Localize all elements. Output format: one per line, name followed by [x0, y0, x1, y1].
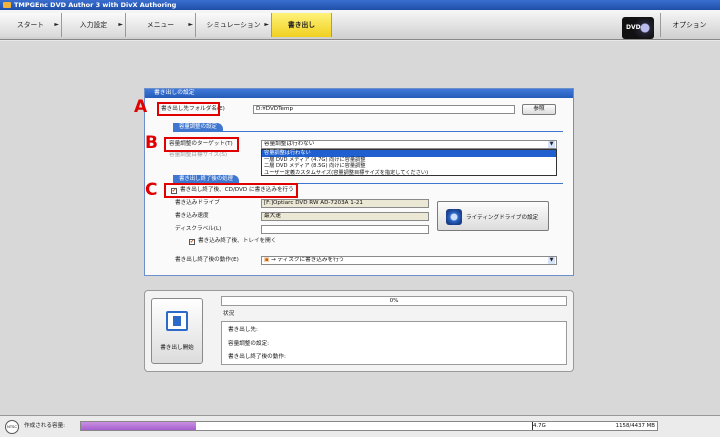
drive-field: [F:]Optiarc DVD RW AD-7203A 1-21 [261, 199, 429, 208]
ntsc-badge: NTSC [5, 420, 19, 434]
encode-panel: 書き出し開始 0% 状況 書き出し先: 容量調整の設定: 書き出し終了後の動作: [144, 290, 574, 372]
speed-field: 最大速 [261, 212, 429, 221]
options-button[interactable]: オプション [660, 13, 718, 37]
play-arrow-icon: ► [188, 21, 193, 28]
annotation-box-a [157, 102, 220, 116]
annotation-marker-a: A [134, 97, 148, 117]
capacity-label: 作成される容量: [24, 423, 66, 429]
status-box: 書き出し先: 容量調整の設定: 書き出し終了後の動作: [221, 321, 567, 365]
play-arrow-icon: ► [54, 21, 59, 28]
after-action-label: 書き出し終了後の動作(E) [175, 257, 239, 263]
capacity-section-title: 容量調整の設定 [173, 123, 223, 131]
capacity-section-divider [173, 131, 563, 132]
capacity-fill [81, 422, 197, 430]
eject-checkbox-label: 書き込み終了後、トレイを開く [198, 238, 277, 244]
step-output[interactable]: 書き出し [272, 13, 332, 37]
step-input[interactable]: 入力設定 ► [62, 13, 126, 37]
status-title: 状況 [223, 311, 235, 317]
after-write-section-title: 書き出し終了後の処理 [173, 175, 239, 183]
chevron-down-icon: ▼ [548, 141, 555, 148]
annotation-marker-b: B [145, 133, 158, 153]
disc-write-icon: ▣ [264, 257, 270, 263]
drive-settings-button[interactable]: ライティングドライブの設定 [437, 201, 549, 231]
chevron-down-icon: ▼ [548, 257, 555, 264]
speed-label: 書き込み速度 [175, 213, 209, 219]
target-option[interactable]: ユーザー定義カスタムサイズ(容量調整目標サイズを指定してください) [262, 170, 556, 177]
window-title: TMPGEnc DVD Author 3 with DivX Authoring [14, 1, 177, 9]
annotation-marker-c: C [145, 180, 158, 200]
step-simulation[interactable]: シミュレーション ► [196, 13, 272, 37]
annotation-box-c [164, 183, 298, 198]
title-bar: TMPGEnc DVD Author 3 with DivX Authoring [0, 0, 720, 10]
eject-checkbox[interactable]: ✔ [189, 239, 195, 245]
step-input-label: 入力設定 [79, 21, 108, 29]
film-export-icon [166, 311, 188, 331]
play-arrow-icon: ► [264, 21, 269, 28]
capacity-limit-label: 4.7G [533, 423, 546, 429]
step-menu[interactable]: メニュー ► [126, 13, 196, 37]
disc-label-input[interactable] [261, 225, 429, 234]
target-select[interactable]: 容量調整は行わない ▼ [261, 140, 557, 149]
after-action-select[interactable]: ▣ → ディスクに書き込みを行う ▼ [261, 256, 557, 265]
app-icon [3, 2, 11, 8]
status-line: 書き出し終了後の動作: [228, 354, 286, 360]
step-start[interactable]: スタート ► [0, 13, 62, 37]
start-output-button[interactable]: 書き出し開始 [151, 298, 203, 364]
start-output-label: 書き出し開始 [160, 345, 194, 351]
status-line: 容量調整の設定: [228, 341, 270, 347]
panel-title: 書き出しの設定 [145, 89, 573, 98]
step-output-label: 書き出し [287, 21, 316, 29]
target-dropdown-list: 容量調整は行わない 一層 DVD メディア (4.7G) 向けに容量調整 二層 … [261, 149, 557, 176]
drive-label: 書き込みドライブ [175, 200, 220, 206]
status-bar: NTSC 作成される容量: 4.7G 1158/4437 MB [0, 415, 720, 437]
annotation-box-b [164, 137, 239, 152]
after-action-value: → ディスクに書き込みを行う [271, 257, 345, 263]
step-menu-label: メニュー [146, 21, 175, 29]
dvd-logo: DVD [622, 17, 654, 39]
capacity-readout: 1158/4437 MB [615, 423, 655, 429]
disc-drive-icon [446, 209, 462, 225]
play-arrow-icon: ► [118, 21, 123, 28]
output-folder-input[interactable]: D:¥DVDTemp [253, 105, 515, 114]
capacity-meter: 4.7G 1158/4437 MB [80, 421, 658, 431]
target-size-label: 容量調整目標サイズ(S) [169, 152, 228, 158]
disc-label-label: ディスクラベル(L) [175, 226, 222, 232]
browse-button[interactable]: 参照 [522, 104, 556, 115]
drive-settings-label: ライティングドライブの設定 [466, 215, 539, 221]
step-simulation-label: シミュレーション [206, 21, 261, 29]
target-select-value: 容量調整は行わない [264, 141, 315, 147]
output-settings-panel: 書き出しの設定 書き出し先フォルダ名(E) D:¥DVDTemp 参照 容量調整… [144, 88, 574, 276]
status-line: 書き出し先: [228, 327, 258, 333]
step-start-label: スタート [16, 21, 45, 29]
step-navigation: スタート ► 入力設定 ► メニュー ► シミュレーション ► 書き出し DVD… [0, 10, 720, 40]
progress-bar: 0% [221, 296, 567, 306]
